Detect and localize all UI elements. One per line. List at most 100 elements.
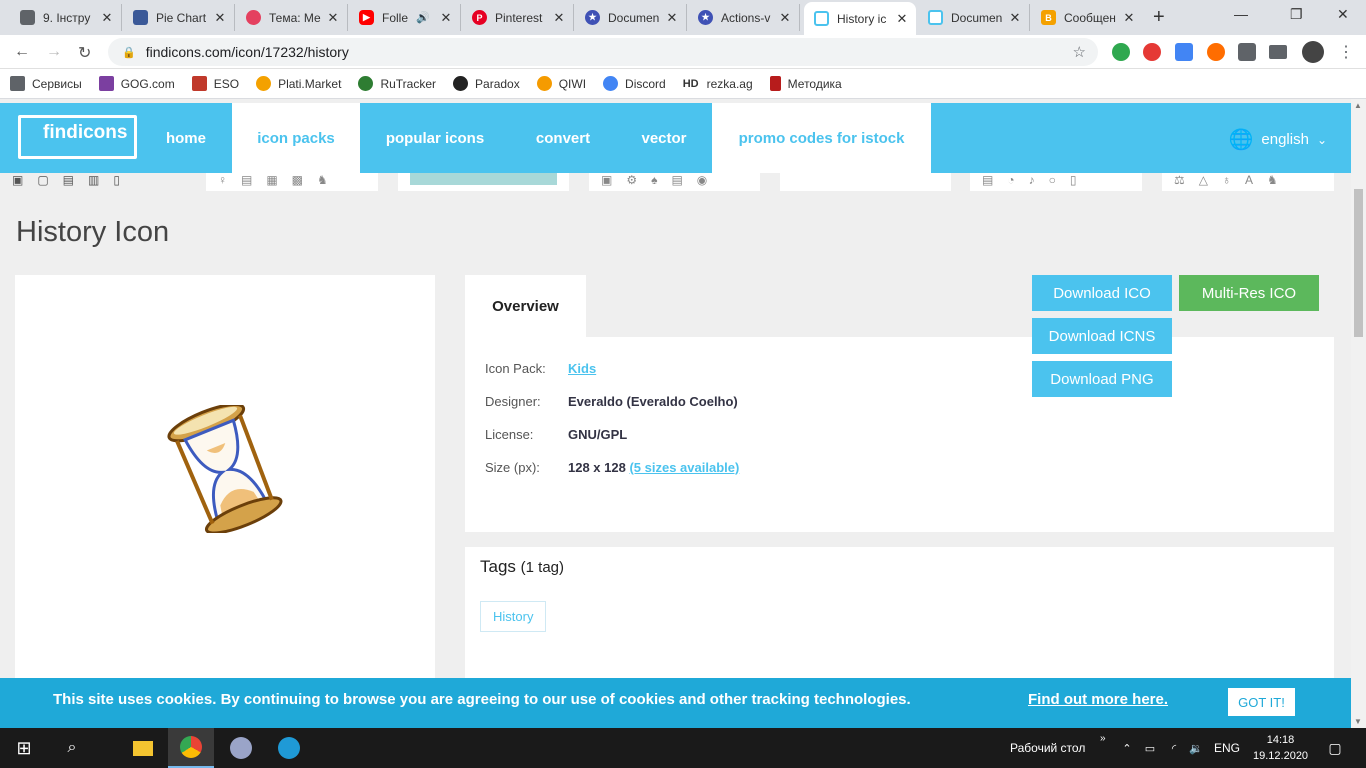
pinterest-icon: P	[472, 10, 487, 25]
torrent-taskbar-icon[interactable]	[218, 728, 264, 768]
pack-preview[interactable]: ▤◔♪○▯	[970, 173, 1142, 191]
bookmark-item[interactable]: ESO	[191, 76, 239, 91]
close-icon[interactable]: ✕	[894, 11, 910, 27]
browser-tab[interactable]: B Сообщен ✕	[1031, 4, 1143, 31]
bookmark-item[interactable]: Сервисы	[10, 76, 82, 91]
start-windows-icon[interactable]: ⊞	[0, 728, 48, 768]
browser-tab[interactable]: ★ Documen ✕	[575, 4, 687, 31]
adblock-extension-icon[interactable]	[1143, 43, 1161, 61]
sizes-available-link[interactable]: (5 sizes available)	[629, 460, 739, 475]
fire-extension-icon[interactable]	[1207, 43, 1225, 61]
system-clock[interactable]: 14:18 19.12.2020	[1253, 732, 1308, 764]
notifications-icon[interactable]: ▢	[1320, 728, 1350, 768]
evernote-extension-icon[interactable]	[1112, 43, 1130, 61]
close-icon[interactable]: ✕	[99, 10, 115, 26]
nav-popular-icons[interactable]: popular icons	[368, 103, 502, 173]
file-explorer-icon[interactable]	[120, 728, 166, 768]
chevron-right-icon[interactable]: »	[1100, 728, 1106, 748]
size-value: 128 x 128	[568, 460, 626, 475]
minimize-button[interactable]: —	[1234, 6, 1248, 22]
avatar[interactable]	[1302, 41, 1324, 63]
bookmark-item[interactable]: Discord	[603, 76, 666, 91]
keyboard-language[interactable]: ENG	[1214, 728, 1240, 768]
pack-preview[interactable]: ⚖△♁A♞	[1162, 173, 1334, 191]
search-icon[interactable]: ⌕	[48, 728, 96, 768]
chrome-taskbar-icon[interactable]	[168, 728, 214, 768]
bookmark-item[interactable]: Paradox	[453, 76, 520, 91]
bookmark-item[interactable]: Plati.Market	[256, 76, 341, 91]
tag-history[interactable]: History	[480, 601, 547, 632]
battery-icon[interactable]: ▭	[1142, 728, 1158, 768]
pack-preview[interactable]	[398, 173, 569, 191]
close-icon[interactable]: ✕	[438, 10, 454, 26]
scrollbar[interactable]: ▲ ▼	[1351, 99, 1366, 728]
cookie-more-link[interactable]: Find out more here.	[1028, 691, 1168, 708]
browser-tab[interactable]: 9. Інстру ✕	[10, 4, 122, 31]
new-tab-button[interactable]: +	[1153, 6, 1165, 29]
desktop-toolbar[interactable]: Рабочий стол	[1010, 728, 1085, 768]
chevron-up-icon[interactable]: ⌃	[1120, 728, 1134, 768]
maximize-button[interactable]: ❐	[1290, 6, 1303, 23]
nav-vector[interactable]: vector	[624, 103, 704, 173]
bookmark-star-icon[interactable]: ☆	[1073, 43, 1086, 61]
nav-promo-codes[interactable]: promo codes for istock	[712, 103, 931, 173]
translate-extension-icon[interactable]	[1175, 43, 1193, 61]
tab-overview[interactable]: Overview	[465, 275, 586, 337]
close-icon[interactable]: ✕	[1007, 10, 1023, 26]
reload-icon[interactable]: ↻	[78, 43, 91, 63]
media-queue-icon[interactable]	[1269, 45, 1287, 59]
download-ico-button[interactable]: Download ICO	[1032, 275, 1172, 311]
findicons-icon	[814, 11, 829, 26]
menu-icon[interactable]: ⋮	[1338, 42, 1354, 62]
download-png-button[interactable]: Download PNG	[1032, 361, 1172, 397]
window-close-button[interactable]: ✕	[1337, 6, 1349, 23]
volume-icon[interactable]: 🔉	[1188, 728, 1204, 768]
scrollbar-thumb[interactable]	[1354, 189, 1363, 337]
close-icon[interactable]: ✕	[551, 10, 567, 26]
wifi-icon[interactable]: ◜	[1166, 728, 1182, 768]
bookmark-item[interactable]: GOG.com	[98, 76, 175, 91]
forward-icon[interactable]: →	[46, 43, 62, 61]
browser-tab[interactable]: Тема: Ме ✕	[236, 4, 348, 31]
scroll-up-icon[interactable]: ▲	[1354, 101, 1362, 110]
browser-tab[interactable]: Documen ✕	[918, 4, 1030, 31]
pack-preview[interactable]: ▣▢▤▥▯	[0, 173, 198, 191]
close-icon[interactable]: ✕	[664, 10, 680, 26]
browser-tab[interactable]: ★ Actions-v ✕	[688, 4, 800, 31]
cookie-banner: This site uses cookies. By continuing to…	[0, 678, 1351, 728]
download-icns-button[interactable]: Download ICNS	[1032, 318, 1172, 354]
browser-tab-active[interactable]: History ic ✕	[804, 2, 916, 35]
url-field[interactable]: 🔒 findicons.com/icon/17232/history ☆	[108, 38, 1098, 66]
scroll-down-icon[interactable]: ▼	[1354, 717, 1362, 726]
findicons-logo[interactable]: findicons	[18, 115, 137, 159]
page-title: History Icon	[16, 216, 170, 248]
pack-preview[interactable]: ♀▤▦▩♞	[206, 173, 378, 191]
language-selector[interactable]: 🌐 english ⌄	[1228, 127, 1327, 152]
multi-res-ico-button[interactable]: Multi-Res ICO	[1179, 275, 1319, 311]
close-icon[interactable]: ✕	[212, 10, 228, 26]
speaker-icon[interactable]: 🔊	[416, 11, 430, 24]
browser-tab[interactable]: ▶ Folle 🔊 ✕	[349, 4, 461, 31]
nav-icon-packs[interactable]: icon packs	[232, 103, 360, 173]
globe-icon: 🌐	[1228, 129, 1254, 151]
bookmark-item[interactable]: HD rezka.ag	[683, 77, 753, 91]
nav-home[interactable]: home	[148, 103, 224, 173]
browser-tab[interactable]: Pie Chart ✕	[123, 4, 235, 31]
close-icon[interactable]: ✕	[325, 10, 341, 26]
bookmark-item[interactable]: Методика	[769, 76, 842, 91]
pack-preview[interactable]: ▣⚙♠▤◉	[589, 173, 760, 191]
back-icon[interactable]: ←	[14, 43, 30, 61]
nav-convert[interactable]: convert	[510, 103, 616, 173]
cookie-accept-button[interactable]: GOT IT!	[1228, 688, 1295, 716]
close-icon[interactable]: ✕	[1121, 10, 1137, 26]
pack-preview[interactable]	[780, 173, 951, 191]
icon-pack-link[interactable]: Kids	[568, 361, 596, 376]
bookmark-item[interactable]: RuTracker	[358, 76, 436, 91]
chart-icon	[133, 10, 148, 25]
edge-taskbar-icon[interactable]	[266, 728, 312, 768]
bookmark-item[interactable]: QIWI	[536, 76, 586, 91]
icon-preview-panel	[15, 275, 435, 685]
browser-tab[interactable]: P Pinterest ✕	[462, 4, 574, 31]
close-icon[interactable]: ✕	[777, 10, 793, 26]
extensions-puzzle-icon[interactable]	[1238, 43, 1256, 61]
